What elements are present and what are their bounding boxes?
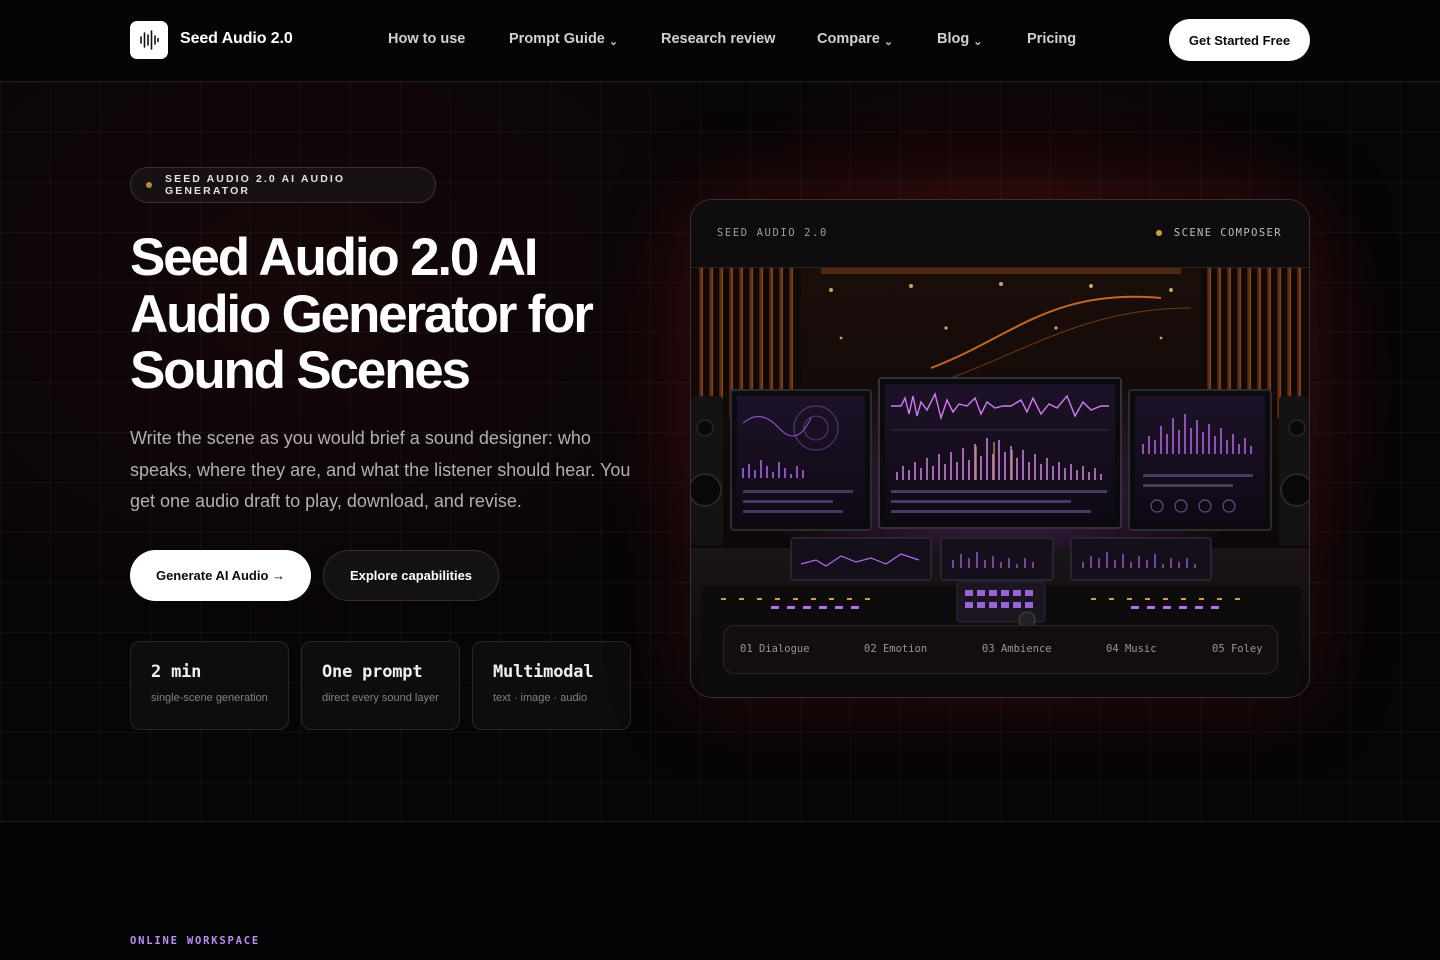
stat-card: One prompt direct every sound layer xyxy=(301,641,460,730)
nav-link-label: Blog xyxy=(937,31,970,47)
hero-badge: SEED AUDIO 2.0 AI AUDIO GENERATOR xyxy=(130,167,436,203)
chevron-down-icon: ⌄ xyxy=(883,36,894,48)
top-nav: Seed Audio 2.0 How to use Prompt Guide ⌄ … xyxy=(0,0,1440,82)
nav-link-label: Prompt Guide xyxy=(509,31,605,47)
step-music[interactable]: 04 Music xyxy=(1106,643,1157,655)
scene-composer-panel: SEED AUDIO 2.0 SCENE COMPOSER 01 Dialogu… xyxy=(690,199,1310,698)
nav-link-prompt-guide[interactable]: Prompt Guide ⌄ xyxy=(509,31,619,48)
hero-title-line: Seed Audio 2.0 AI xyxy=(130,228,539,287)
online-workspace-section: ONLINE WORKSPACE xyxy=(0,823,1440,960)
nav-link-compare[interactable]: Compare ⌄ xyxy=(817,31,894,48)
nav-link-label: Research review xyxy=(661,31,776,47)
chevron-down-icon: ⌄ xyxy=(608,36,619,48)
nav-link-pricing[interactable]: Pricing xyxy=(1027,31,1076,47)
get-started-button[interactable]: Get Started Free xyxy=(1169,19,1310,61)
hero-section: SEED AUDIO 2.0 AI AUDIO GENERATOR Seed A… xyxy=(0,82,1440,822)
scene-steps: 01 Dialogue 02 Emotion 03 Ambience 04 Mu… xyxy=(723,625,1278,674)
stat-card: Multimodal text · image · audio xyxy=(472,641,631,730)
explore-capabilities-button[interactable]: Explore capabilities xyxy=(323,550,499,601)
hero-title-line: Audio Generator for xyxy=(130,284,594,344)
stat-card: 2 min single-scene generation xyxy=(130,641,289,730)
nav-link-label: Compare xyxy=(817,31,880,47)
nav-link-how-to-use[interactable]: How to use xyxy=(388,31,465,47)
brand-name[interactable]: Seed Audio 2.0 xyxy=(180,30,293,48)
stat-label: text · image · audio xyxy=(493,692,588,704)
hero-description: Write the scene as you would brief a sou… xyxy=(130,428,631,511)
panel-header: SEED AUDIO 2.0 SCENE COMPOSER xyxy=(691,200,1309,268)
stat-value: One prompt xyxy=(322,662,423,682)
stat-label: single-scene generation xyxy=(151,692,268,704)
waveform-logo-icon[interactable] xyxy=(130,21,168,59)
step-foley[interactable]: 05 Foley xyxy=(1212,643,1263,655)
stat-label: direct every sound layer xyxy=(322,692,439,704)
step-dialogue[interactable]: 01 Dialogue xyxy=(740,643,810,655)
nav-link-label: Pricing xyxy=(1027,31,1077,47)
nav-link-research-review[interactable]: Research review xyxy=(661,31,775,47)
stat-value: 2 min xyxy=(151,662,202,682)
step-ambience[interactable]: 03 Ambience xyxy=(982,643,1052,655)
step-emotion[interactable]: 02 Emotion xyxy=(864,643,927,655)
nav-link-label: How to use xyxy=(388,31,466,47)
dot-icon xyxy=(146,182,152,188)
stat-value: Multimodal xyxy=(493,662,594,682)
panel-status: SCENE COMPOSER xyxy=(1155,227,1282,239)
chevron-down-icon: ⌄ xyxy=(973,36,983,48)
section-eyebrow: ONLINE WORKSPACE xyxy=(130,935,260,947)
status-dot-icon xyxy=(1155,230,1162,236)
hero-title-line: Sound Scenes xyxy=(130,341,471,400)
nav-link-blog[interactable]: Blog ⌄ xyxy=(937,31,983,48)
panel-status-label: SCENE COMPOSER xyxy=(1173,227,1282,239)
badge-text: SEED AUDIO 2.0 AI AUDIO GENERATOR xyxy=(165,173,346,197)
generate-audio-button[interactable]: Generate AI Audio → xyxy=(130,550,311,601)
panel-title: SEED AUDIO 2.0 xyxy=(717,227,828,239)
hero-title: Seed Audio 2.0 AI Audio Generator for So… xyxy=(130,228,690,400)
